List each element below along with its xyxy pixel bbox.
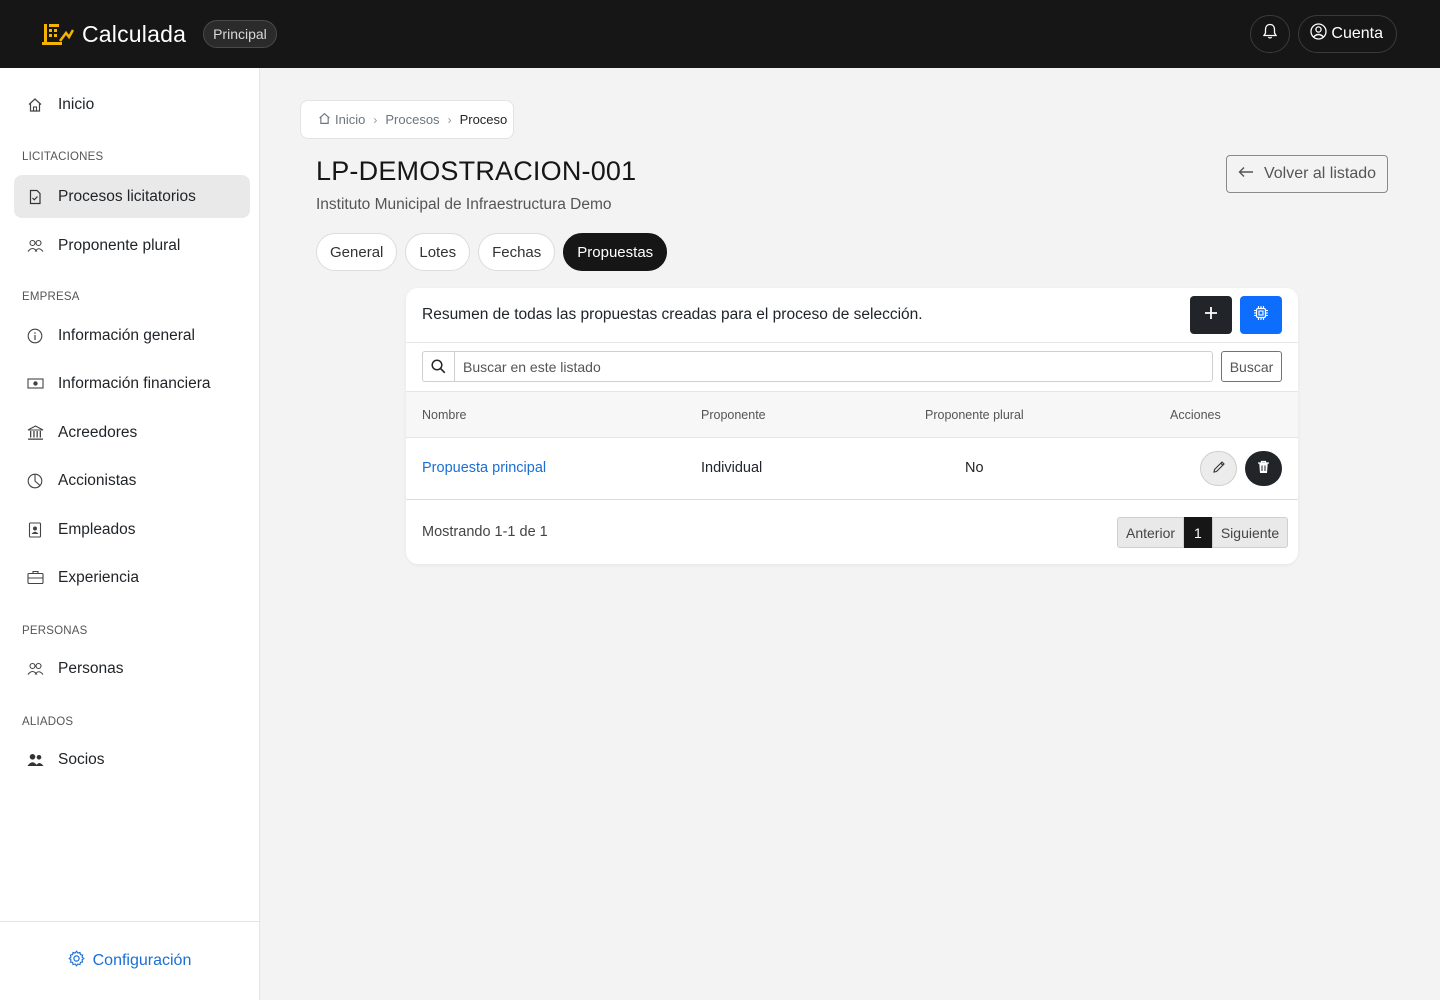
breadcrumb-current: Proceso: [459, 112, 508, 127]
card-description: Resumen de todas las propuestas creadas …: [422, 306, 923, 323]
sidebar-item-inicio[interactable]: Inicio: [14, 83, 250, 126]
pie-chart-icon: [26, 472, 44, 490]
back-to-list-label: Volver al listado: [1263, 165, 1377, 182]
breadcrumb: Inicio › Procesos › Proceso: [300, 100, 514, 139]
brand[interactable]: Calculada: [42, 21, 186, 48]
file-check-icon: [26, 188, 44, 206]
sidebar-item-acreedores[interactable]: Acreedores: [14, 411, 250, 454]
account-button[interactable]: Cuenta: [1298, 15, 1397, 53]
cpu-icon: [1253, 305, 1269, 326]
column-header-nombre: Nombre: [422, 408, 467, 422]
notifications-button[interactable]: [1250, 15, 1291, 53]
logo-icon: [42, 21, 74, 47]
sidebar-item-informacion-general[interactable]: Información general: [14, 314, 250, 357]
page-subtitle: Instituto Municipal de Infraestructura D…: [316, 196, 612, 213]
home-icon: [318, 112, 331, 128]
arrow-left-icon: [1238, 165, 1254, 183]
edit-button[interactable]: [1200, 451, 1237, 486]
section-empresa: EMPRESA: [22, 291, 80, 303]
sidebar-item-accionistas[interactable]: Accionistas: [14, 459, 250, 502]
home-icon: [26, 96, 44, 114]
sidebar-item-label: Socios: [58, 750, 105, 768]
section-personas: PERSONAS: [22, 625, 88, 637]
section-aliados: ALIADOS: [22, 716, 74, 728]
table-header: Nombre Proponente Proponente plural Acci…: [406, 391, 1298, 438]
sidebar-item-label: Accionistas: [58, 471, 137, 489]
breadcrumb-home[interactable]: Inicio: [314, 112, 365, 128]
sidebar-item-label: Empleados: [58, 520, 136, 538]
info-icon: [26, 327, 44, 345]
pagination-previous[interactable]: Anterior: [1117, 517, 1185, 548]
search-icon: [422, 351, 454, 382]
sidebar-item-label: Procesos licitatorios: [58, 187, 196, 205]
breadcrumb-home-label: Inicio: [335, 112, 366, 127]
trash-icon: [1257, 460, 1270, 478]
pencil-icon: [1212, 460, 1226, 478]
column-header-proponente-plural: Proponente plural: [925, 408, 1024, 422]
card-divider: [406, 342, 1298, 343]
sidebar-item-label: Acreedores: [58, 423, 138, 441]
environment-badge: Principal: [203, 20, 277, 48]
tab-lotes[interactable]: Lotes: [405, 233, 471, 271]
tab-propuestas[interactable]: Propuestas: [563, 233, 668, 271]
sidebar-item-label: Proponente plural: [58, 236, 181, 254]
pagination: Anterior 1 Siguiente: [1117, 517, 1289, 548]
breadcrumb-procesos[interactable]: Procesos: [385, 112, 439, 127]
column-header-proponente: Proponente: [701, 408, 766, 422]
tab-general[interactable]: General: [316, 233, 398, 271]
sidebar-item-label: Personas: [58, 659, 124, 677]
page-title: LP-DEMOSTRACION-001: [316, 156, 637, 186]
sidebar-item-label: Información general: [58, 326, 195, 344]
pagination-summary: Mostrando 1-1 de 1: [422, 524, 548, 540]
user-circle-icon: [1310, 23, 1328, 45]
people-fill-icon: [26, 751, 44, 769]
gear-icon: [67, 950, 85, 972]
chevron-right-icon: ›: [373, 112, 378, 127]
sidebar-item-personas[interactable]: Personas: [14, 647, 250, 690]
ai-assistant-button[interactable]: [1240, 296, 1282, 334]
section-licitaciones: LICITACIONES: [22, 151, 104, 163]
sidebar-item-proponente-plural[interactable]: Proponente plural: [14, 224, 250, 267]
configuracion-label: Configuración: [92, 952, 192, 969]
sidebar-item-label: Información financiera: [58, 374, 211, 392]
pagination-next[interactable]: Siguiente: [1211, 517, 1289, 548]
search-input[interactable]: [454, 351, 1213, 382]
pagination-page-current[interactable]: 1: [1184, 517, 1212, 548]
proposal-plural: No: [965, 460, 984, 476]
people-icon: [26, 660, 44, 678]
column-header-acciones: Acciones: [1170, 408, 1221, 422]
table-row: Propuesta principal Individual No: [406, 438, 1298, 500]
top-navbar: Calculada Principal Cuenta: [0, 0, 1440, 68]
sidebar-item-informacion-financiera[interactable]: Información financiera: [14, 362, 250, 405]
sidebar-item-label: Experiencia: [58, 568, 139, 586]
people-icon: [26, 237, 44, 255]
cash-icon: [26, 375, 44, 393]
brand-name: Calculada: [82, 20, 187, 47]
bank-icon: [26, 424, 44, 442]
sidebar-item-socios[interactable]: Socios: [14, 738, 250, 781]
proposal-name-link[interactable]: Propuesta principal: [422, 460, 546, 476]
sidebar-item-procesos[interactable]: Procesos licitatorios: [14, 175, 250, 218]
briefcase-icon: [26, 569, 44, 587]
back-to-list-button[interactable]: Volver al listado: [1226, 155, 1388, 193]
sidebar-item-experiencia[interactable]: Experiencia: [14, 556, 250, 599]
add-proposal-button[interactable]: [1190, 296, 1232, 334]
process-tabs: General Lotes Fechas Propuestas: [316, 233, 675, 271]
sidebar-item-label: Inicio: [58, 95, 95, 113]
tab-fechas[interactable]: Fechas: [478, 233, 556, 271]
configuracion-link[interactable]: Configuración: [0, 921, 259, 1000]
proposal-proponente: Individual: [701, 460, 763, 476]
sidebar-item-empleados[interactable]: Empleados: [14, 508, 250, 551]
chevron-right-icon: ›: [447, 112, 452, 127]
proposals-card: Resumen de todas las propuestas creadas …: [406, 288, 1298, 564]
bell-icon: [1262, 23, 1278, 45]
search-button[interactable]: Buscar: [1221, 351, 1282, 382]
sidebar: Inicio LICITACIONES Procesos licitatorio…: [0, 68, 260, 1000]
account-label: Cuenta: [1331, 25, 1383, 42]
delete-button[interactable]: [1245, 451, 1282, 486]
plus-icon: [1204, 306, 1218, 325]
search-group: [422, 351, 1213, 382]
badge-icon: [26, 521, 44, 539]
